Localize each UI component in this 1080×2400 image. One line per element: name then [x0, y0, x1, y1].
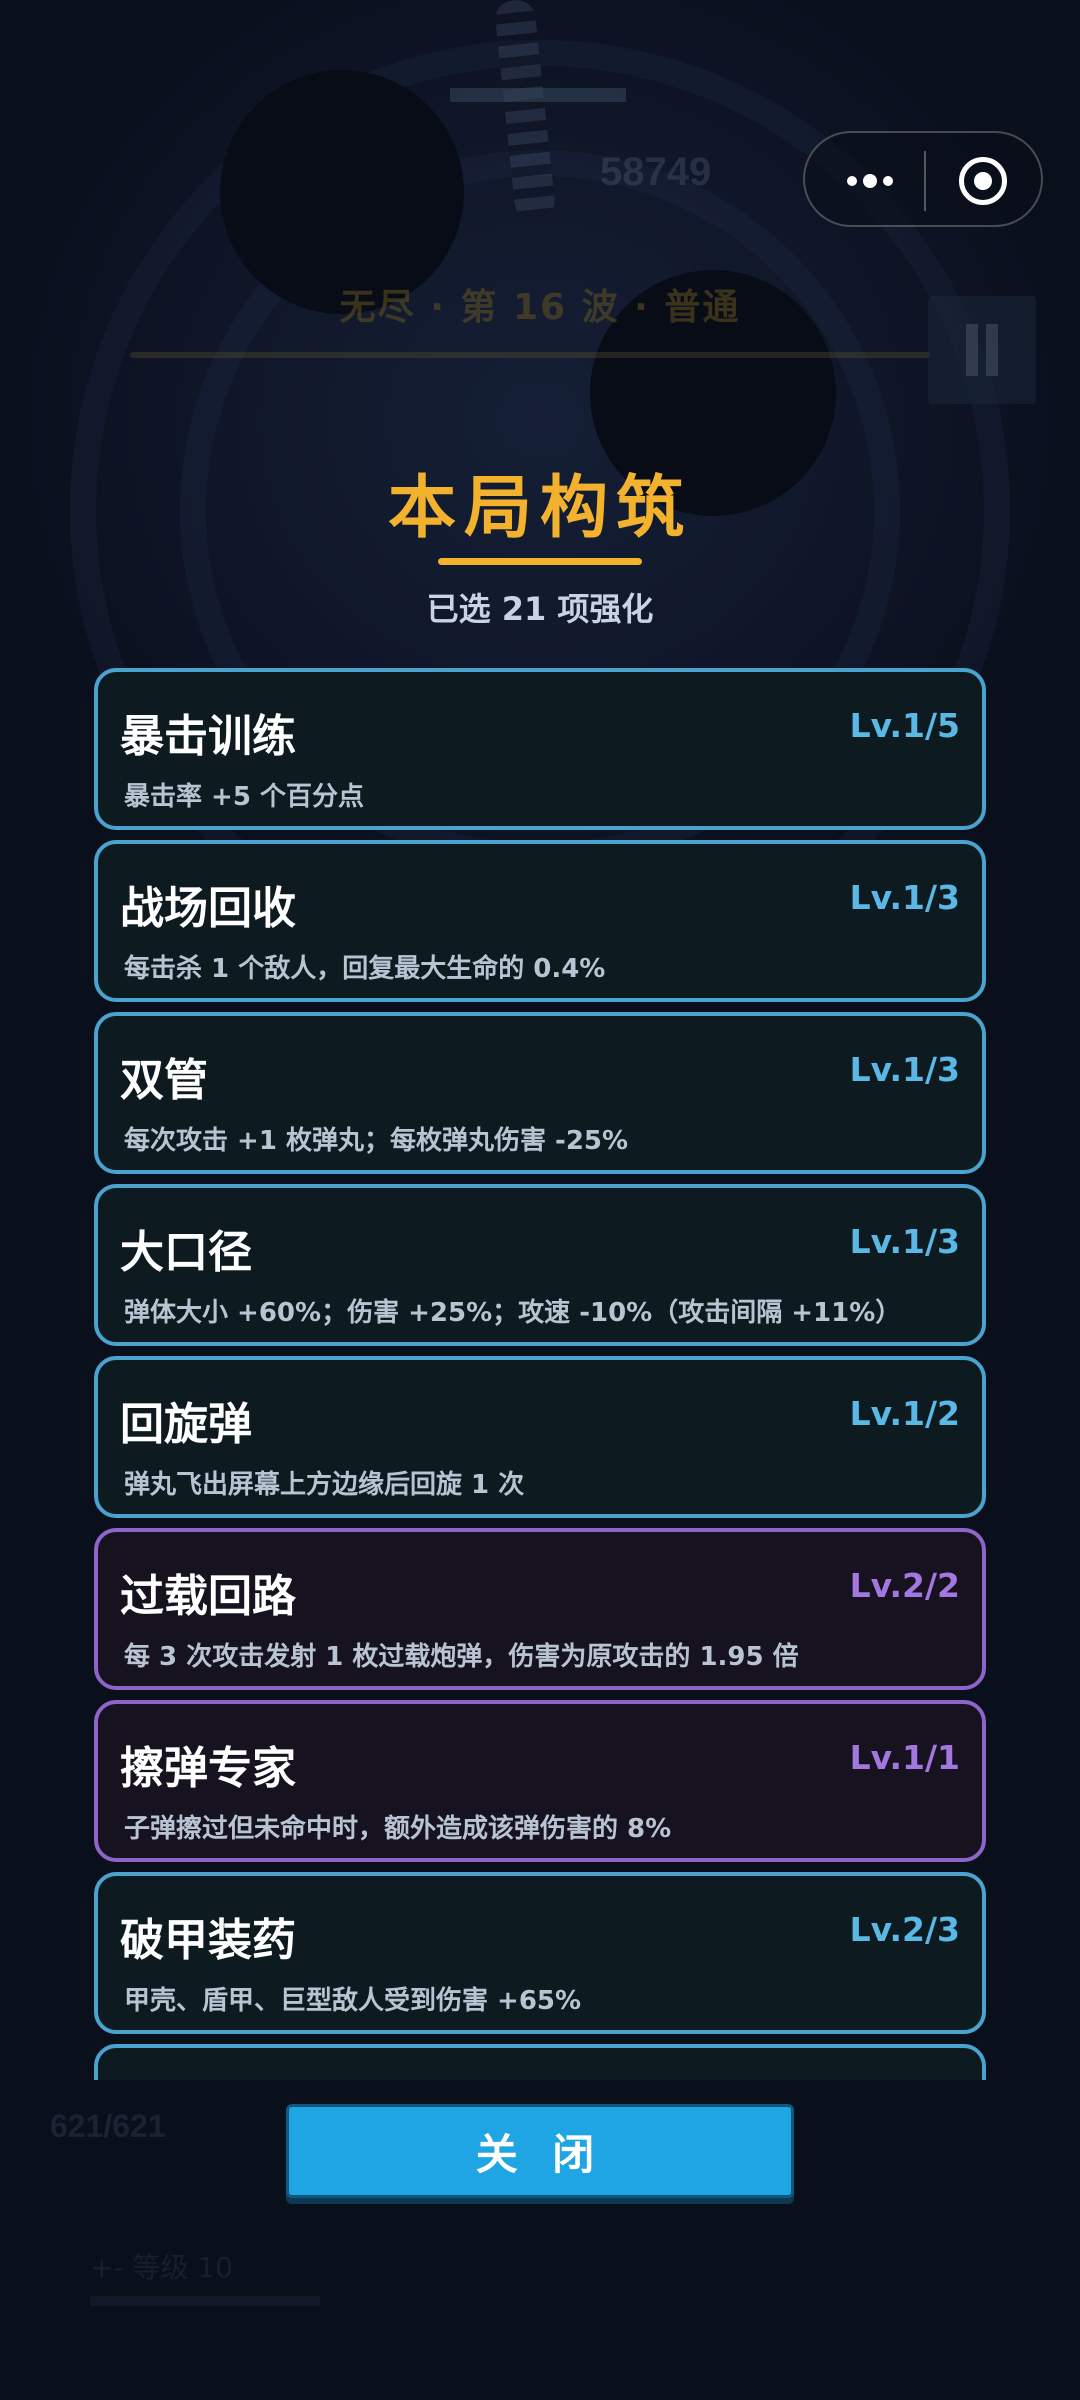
upgrade-desc: 弹丸飞出屏幕上方边缘后回旋 1 次 — [124, 1470, 525, 1500]
upgrade-level: Lv.1/1 — [849, 1738, 960, 1777]
upgrade-card: 双管 Lv.1/3 每次攻击 +1 枚弹丸；每枚弹丸伤害 -25% — [94, 1012, 986, 1174]
upgrade-level: Lv.2/2 — [849, 1566, 960, 1605]
upgrade-name: 擦弹专家 — [120, 1743, 296, 1794]
upgrade-level: Lv.1/2 — [849, 1394, 960, 1433]
panel-title: 本局构筑 — [387, 469, 692, 548]
upgrade-name: 大口径 — [120, 1227, 252, 1278]
close-button-label: 关 闭 — [475, 2129, 605, 2179]
upgrade-name: 战场回收 — [120, 883, 296, 934]
upgrade-desc: 弹体大小 +60%；伤害 +25%；攻速 -10%（攻击间隔 +11%） — [124, 1298, 902, 1328]
upgrade-desc: 甲壳、盾甲、巨型敌人受到伤害 +65% — [124, 1986, 582, 2016]
upgrade-list[interactable]: 暴击训练 Lv.1/5 暴击率 +5 个百分点 战场回收 Lv.1/3 每击杀 … — [94, 668, 986, 2080]
upgrade-desc: 子弹擦过但未命中时，额外造成该弹伤害的 8% — [124, 1814, 672, 1844]
upgrade-card: 过载回路 Lv.2/2 每 3 次攻击发射 1 枚过载炮弹，伤害为原攻击的 1.… — [94, 1528, 986, 1690]
upgrade-level: Lv.1/5 — [849, 706, 960, 745]
upgrade-desc: 每次攻击 +1 枚弹丸；每枚弹丸伤害 -25% — [124, 1126, 629, 1156]
upgrade-level: Lv.2/3 — [849, 1910, 960, 1949]
miniprogram-capsule — [803, 131, 1043, 227]
panel-subtitle: 已选 21 项强化 — [426, 590, 654, 628]
upgrade-name: 破甲装药 — [120, 1915, 296, 1966]
close-button[interactable]: 关 闭 — [286, 2104, 794, 2198]
upgrade-name: 回旋弹 — [120, 1399, 252, 1450]
upgrade-level: Lv.1/3 — [849, 1222, 960, 1261]
capsule-divider — [924, 151, 926, 211]
upgrade-level: Lv.1/3 — [849, 878, 960, 917]
upgrade-card-partial — [94, 2044, 986, 2080]
upgrade-level: Lv.1/3 — [849, 1050, 960, 1089]
upgrade-desc: 每 3 次攻击发射 1 枚过载炮弹，伤害为原攻击的 1.95 倍 — [124, 1642, 799, 1672]
more-dots-icon[interactable] — [835, 163, 905, 199]
title-underline — [438, 558, 642, 565]
upgrade-name: 暴击训练 — [120, 711, 296, 762]
upgrade-card: 暴击训练 Lv.1/5 暴击率 +5 个百分点 — [94, 668, 986, 830]
target-circle-icon[interactable] — [959, 157, 1007, 205]
upgrade-card: 回旋弹 Lv.1/2 弹丸飞出屏幕上方边缘后回旋 1 次 — [94, 1356, 986, 1518]
upgrade-desc: 暴击率 +5 个百分点 — [124, 782, 364, 812]
upgrade-card: 大口径 Lv.1/3 弹体大小 +60%；伤害 +25%；攻速 -10%（攻击间… — [94, 1184, 986, 1346]
upgrade-card: 破甲装药 Lv.2/3 甲壳、盾甲、巨型敌人受到伤害 +65% — [94, 1872, 986, 2034]
upgrade-card: 战场回收 Lv.1/3 每击杀 1 个敌人，回复最大生命的 0.4% — [94, 840, 986, 1002]
upgrade-name: 过载回路 — [120, 1571, 296, 1622]
upgrade-card: 擦弹专家 Lv.1/1 子弹擦过但未命中时，额外造成该弹伤害的 8% — [94, 1700, 986, 1862]
upgrade-desc: 每击杀 1 个敌人，回复最大生命的 0.4% — [124, 954, 606, 984]
upgrade-name: 双管 — [120, 1055, 208, 1106]
